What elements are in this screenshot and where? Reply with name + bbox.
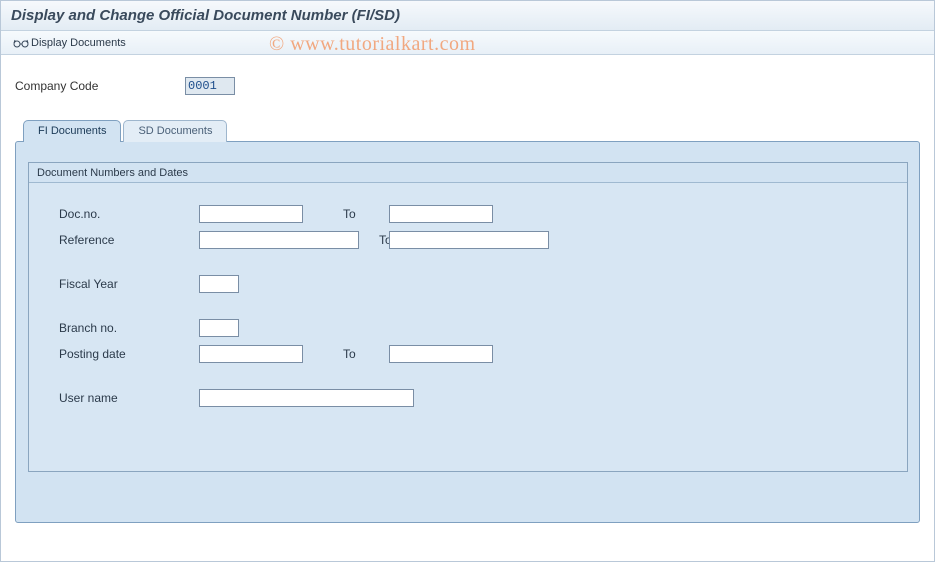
doc-no-label: Doc.no. (59, 207, 199, 221)
row-fiscal-year: Fiscal Year (59, 271, 907, 297)
doc-no-from-input[interactable] (199, 205, 303, 223)
groupbox-title: Document Numbers and Dates (37, 167, 188, 179)
posting-date-to-label: To (303, 347, 389, 361)
doc-no-to-input[interactable] (389, 205, 493, 223)
titlebar: Display and Change Official Document Num… (1, 1, 934, 31)
doc-no-to-label: To (303, 207, 389, 221)
row-branch-no: Branch no. (59, 315, 907, 341)
company-code-field[interactable]: 0001 (185, 77, 235, 95)
row-user-name: User name (59, 385, 907, 411)
tab-headers: FI Documents SD Documents (23, 119, 920, 141)
tab-sd-documents[interactable]: SD Documents (123, 120, 227, 142)
branch-no-input[interactable] (199, 319, 239, 337)
user-name-input[interactable] (199, 389, 414, 407)
reference-from-input[interactable] (199, 231, 359, 249)
posting-date-from-input[interactable] (199, 345, 303, 363)
display-documents-button[interactable]: Display Documents (9, 34, 130, 52)
content-area: Company Code 0001 FI Documents SD Docume… (1, 55, 934, 533)
row-posting-date: Posting date To (59, 341, 907, 367)
fiscal-year-input[interactable] (199, 275, 239, 293)
tab-panel-fi: Document Numbers and Dates Doc.no. To (15, 141, 920, 523)
fiscal-year-label: Fiscal Year (59, 277, 199, 291)
posting-date-label: Posting date (59, 347, 199, 361)
groupbox-title-bar: Document Numbers and Dates (29, 163, 907, 183)
reference-label: Reference (59, 233, 199, 247)
toolbar: Display Documents (1, 31, 934, 55)
posting-date-to-input[interactable] (389, 345, 493, 363)
groupbox-doc-numbers-dates: Document Numbers and Dates Doc.no. To (28, 162, 908, 472)
user-name-label: User name (59, 391, 199, 405)
page-title: Display and Change Official Document Num… (11, 7, 924, 24)
row-reference: Reference To (59, 227, 907, 253)
row-doc-no: Doc.no. To (59, 201, 907, 227)
branch-no-label: Branch no. (59, 321, 199, 335)
company-code-label: Company Code (15, 79, 185, 93)
company-code-row: Company Code 0001 (15, 77, 920, 95)
reference-to-input[interactable] (389, 231, 549, 249)
tabstrip: FI Documents SD Documents Document Numbe… (15, 119, 920, 523)
tab-fi-documents[interactable]: FI Documents (23, 120, 121, 142)
glasses-icon (13, 37, 29, 49)
reference-to-label: To (359, 233, 389, 247)
display-documents-label: Display Documents (31, 35, 126, 51)
app-window: Display and Change Official Document Num… (0, 0, 935, 562)
field-grid: Doc.no. To Reference To (29, 183, 907, 411)
